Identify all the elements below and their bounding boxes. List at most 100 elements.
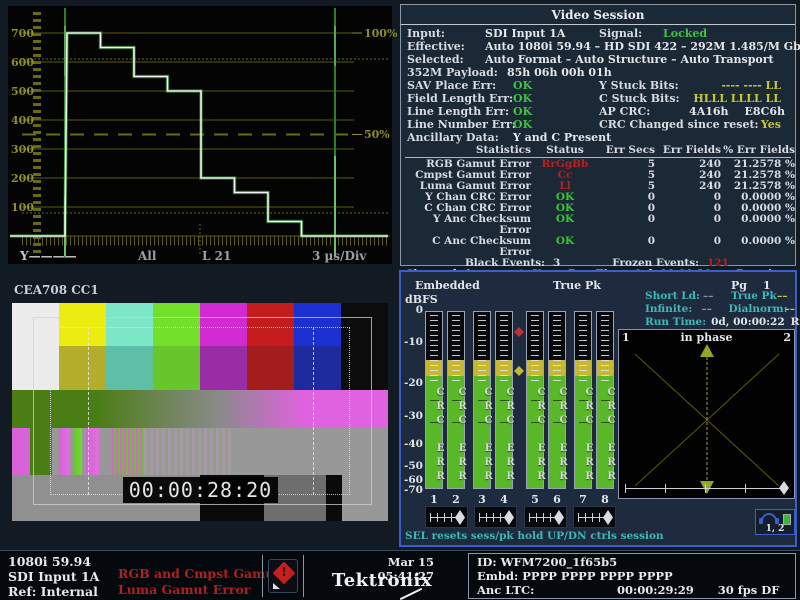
audio-tile[interactable]: Embedded True Pk Pg 1 dBFS Short Ld:––Tr… — [399, 270, 797, 547]
input-text: SDI Input 1A — [8, 569, 99, 584]
scale-30: -30 — [401, 410, 423, 422]
channel-number-6: 6 — [548, 493, 566, 506]
dialnorm-value: –– — [785, 303, 796, 316]
scale-70: -70 — [401, 484, 423, 496]
error-message-block: RGB and Cmpst Gamut Luma Gamut Error — [118, 566, 280, 598]
audio-source-label: Embedded — [415, 279, 480, 292]
channel-number-8: 8 — [596, 493, 614, 506]
channel-number-5: 5 — [526, 493, 544, 506]
wf-filter-label: All — [138, 249, 156, 263]
stat-status: OK — [537, 236, 593, 258]
meter-bar-2: CRC ERR — [447, 311, 465, 489]
wf-label-100pct: 100% — [364, 27, 397, 40]
wf-ylabel-600: 600 — [8, 56, 34, 69]
stat-pct: 0.0000 % — [721, 236, 795, 258]
stat-err-fields: 0 — [655, 192, 721, 203]
pan-handle[interactable] — [554, 510, 564, 525]
c-stuck-label: C Stuck Bits: — [599, 92, 680, 105]
stat-err-secs: 0 — [593, 214, 655, 236]
stats-header-err-secs: Err Secs — [593, 145, 655, 156]
stats-rows: RGB Gamut ErrorRrGgBb524021.2578 % Cmpst… — [405, 159, 791, 258]
infinite-value: –– — [701, 303, 728, 316]
picture-tile[interactable]: CEA708 CC1 00:00:28:20 — [0, 270, 396, 546]
signal-label: Signal: — [599, 27, 663, 40]
lissajous-display: 1 2 in phase — [618, 329, 795, 499]
stat-err-fields: 0 — [655, 203, 721, 214]
c-stuck-value: HLLL LLLL LL — [693, 92, 787, 105]
crc-changed-label: CRC Changed since reset: — [599, 118, 759, 131]
separator — [262, 555, 263, 597]
waveform-tile[interactable]: 700 600 500 400 300 200 100 100% 50% Y——… — [8, 6, 392, 264]
stat-pct: 0.0000 % — [721, 214, 795, 236]
stat-name: C Anc Checksum Error — [405, 236, 537, 258]
separator — [303, 555, 304, 597]
alarm-warning-icon[interactable]: ! — [268, 559, 298, 593]
video-session-body: Input:SDI Input 1ASignal:Locked Effectiv… — [401, 25, 795, 144]
closed-caption-label: CEA708 CC1 — [14, 283, 99, 297]
audio-meter-type: True Pk — [553, 279, 601, 292]
crc-error-text: CRC ERR — [579, 384, 595, 488]
pan-slider-5-6[interactable] — [524, 506, 567, 528]
stat-name: Y Anc Checksum Error — [405, 214, 537, 236]
crc-error-text: CRC ERR — [478, 384, 494, 488]
scale-40: -40 — [401, 438, 423, 450]
scale-10: -10 — [401, 336, 423, 348]
effective-label: Effective: — [407, 40, 485, 53]
session-statistics: Statistics Status Err Secs Err Fields % … — [401, 144, 795, 291]
stats-header-statistics: Statistics — [405, 145, 537, 156]
safe-4x3-right — [313, 327, 314, 495]
stats-header-status: Status — [537, 145, 593, 156]
stat-err-secs: 0 — [593, 203, 655, 214]
headphone-button[interactable]: 1, 2 — [755, 509, 795, 535]
pan-slider-7-8[interactable] — [573, 506, 616, 528]
stat-status: OK — [537, 214, 593, 236]
stat-err-secs: 0 — [593, 192, 655, 203]
pan-slider-1-2[interactable] — [425, 506, 468, 528]
ltc-label: Anc LTC: — [477, 583, 617, 597]
id-label: ID: — [477, 555, 497, 569]
input-value: SDI Input 1A — [485, 27, 565, 40]
stat-err-secs: 5 — [593, 170, 655, 181]
status-bar: 1080i 59.94 SDI Input 1A Ref: Internal R… — [0, 550, 800, 600]
meter-bar-3: CRC ERR — [473, 311, 491, 489]
video-session-tile[interactable]: Video Session Input:SDI Input 1ASignal:L… — [400, 4, 796, 266]
scale-50: -50 — [401, 460, 423, 472]
payload-label: 352M Payload: — [407, 66, 507, 79]
wf-ylabel-100: 100 — [8, 201, 34, 214]
wf-timescale-label: 3 µs/Div — [312, 249, 366, 263]
stat-err-fields: 240 — [655, 181, 721, 192]
scale-0: 0 — [401, 304, 423, 316]
warning-exclamation: ! — [269, 565, 299, 579]
y-stuck-label: Y Stuck Bits: — [599, 79, 679, 92]
wf-ylabel-500: 500 — [8, 85, 34, 98]
channel-number-7: 7 — [574, 493, 592, 506]
line-length-label: Line Length Err: — [407, 105, 513, 118]
picture-display: 00:00:28:20 — [12, 303, 388, 521]
meter-bar-6: CRC ERR — [548, 311, 566, 489]
dialnorm-label: Dialnorm: — [729, 303, 785, 316]
safe-4x3-left — [88, 327, 89, 495]
crc-changed-value: Yes — [761, 118, 787, 131]
ancillary-label: Ancillary Data: — [407, 131, 513, 144]
scale-20: -20 — [401, 377, 423, 389]
phase-status-label: in phase — [619, 331, 794, 344]
wf-ylabel-300: 300 — [8, 143, 34, 156]
embd-value: PPPP PPPP PPPP PPPP — [522, 569, 672, 583]
audio-run-state: Running — [785, 316, 800, 329]
format-text: 1080i 59.94 — [8, 554, 99, 569]
sav-place-label: SAV Place Err: — [407, 79, 513, 92]
meter-bar-4: CRC ERR — [495, 311, 513, 489]
pan-slider-3-4[interactable] — [474, 506, 517, 528]
pan-handle[interactable] — [504, 510, 514, 525]
signal-value: Locked — [663, 27, 707, 40]
crc-error-text: CRC ERR — [430, 384, 446, 488]
ltc-value: 00:00:29:29 — [617, 583, 694, 597]
pan-handle[interactable] — [603, 510, 613, 525]
lissajous-slider[interactable] — [625, 481, 789, 495]
audio-footer-hint: SEL resets sess/pk hold UP/DN ctrls sess… — [405, 530, 664, 542]
channel-number-4: 4 — [495, 493, 513, 506]
wf-ylabel-700: 700 — [8, 27, 34, 40]
wf-label-50pct: 50% — [364, 128, 390, 141]
stats-header-row: Statistics Status Err Secs Err Fields % … — [405, 145, 791, 158]
pan-handle[interactable] — [455, 510, 465, 525]
